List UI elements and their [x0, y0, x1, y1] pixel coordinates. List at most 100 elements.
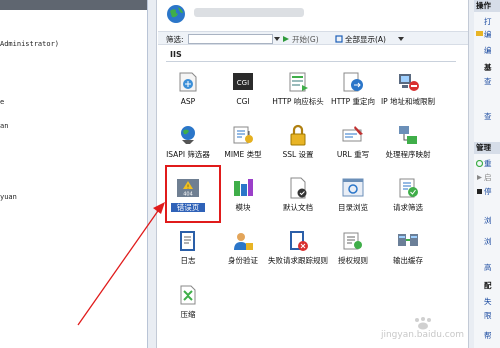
actions-header: 操作 [474, 0, 500, 12]
http-response-headers-icon [289, 72, 308, 92]
action-link[interactable]: 失 [484, 296, 492, 307]
feature-default-document[interactable]: 默认文档 [271, 176, 325, 228]
directory-browsing-icon [342, 178, 364, 197]
feature-mime-types[interactable]: MIME 类型 [216, 123, 270, 175]
feature-label: ASP [180, 97, 196, 106]
filter-toolbar: 筛选: 开始(G) 全部显示(A) [158, 31, 468, 45]
authentication-icon [234, 233, 253, 250]
feature-label: HTTP 响应标头 [272, 97, 324, 106]
filter-label: 筛选: [166, 35, 184, 44]
compression-icon [180, 285, 196, 305]
default-document-icon [290, 177, 307, 199]
modules-icon [234, 179, 253, 196]
watermark-text: jingyan.baidu.com [380, 330, 465, 340]
feature-asp[interactable]: ASP [161, 70, 215, 122]
action-start[interactable]: 启 [484, 172, 492, 183]
tree-node-server[interactable]: Administrator) [0, 40, 59, 48]
feature-label: 压缩 [180, 310, 196, 319]
feature-request-filtering[interactable]: 请求筛选 [381, 176, 435, 228]
ip-domain-restrictions-icon [399, 74, 419, 91]
logging-icon [180, 231, 195, 251]
feature-url-rewrite[interactable]: URL 重写 [326, 123, 380, 175]
connections-pane: Administrator) e an yuan [0, 0, 148, 348]
action-link[interactable]: 编 [484, 45, 492, 56]
feature-label: MIME 类型 [224, 150, 262, 159]
http-redirect-icon [343, 72, 363, 92]
feature-label: 日志 [180, 256, 196, 265]
url-rewrite-icon [342, 126, 363, 142]
action-link[interactable]: 浏 [484, 236, 492, 247]
feature-directory-browsing[interactable]: 目录浏览 [326, 176, 380, 228]
highlight-box [165, 165, 221, 223]
authorization-rules-icon [343, 232, 362, 250]
feature-authorization-rules[interactable]: 授权规则 [326, 229, 380, 281]
feature-handler-mappings[interactable]: 处理程序映射 [381, 123, 435, 175]
feature-label: 失败请求跟踪规则 [268, 256, 328, 265]
lock-icon [290, 124, 306, 146]
feature-logging[interactable]: 日志 [161, 229, 215, 281]
restart-icon [476, 160, 483, 167]
action-link[interactable]: 查 [484, 111, 492, 122]
filter-input[interactable] [188, 34, 273, 44]
connections-pane-header [0, 0, 147, 10]
stop-icon [477, 189, 482, 194]
tree-node-selected-site[interactable]: yuan [0, 193, 17, 201]
baidu-paw-logo [414, 317, 431, 330]
tree-node[interactable]: an [0, 122, 8, 130]
feature-cgi[interactable]: CGI CGI [216, 70, 270, 122]
feature-label: CGI [236, 97, 250, 106]
chevron-down-icon[interactable] [398, 37, 404, 41]
start-icon [477, 175, 482, 180]
feature-label: 目录浏览 [338, 203, 368, 212]
pane-splitter-left[interactable] [148, 0, 157, 348]
action-link[interactable]: 查 [484, 76, 492, 87]
site-globe-icon [167, 5, 185, 23]
action-restart[interactable]: 重 [484, 158, 492, 169]
feature-output-caching[interactable]: 输出缓存 [381, 229, 435, 281]
manage-site-header: 管理 [474, 142, 500, 154]
action-link[interactable]: 编 [484, 29, 492, 40]
folder-icon [476, 31, 483, 36]
mime-types-icon [233, 126, 253, 144]
action-section-label: 基 [484, 63, 492, 72]
go-button[interactable]: 开始(G) [292, 34, 319, 45]
feature-http-response-headers[interactable]: HTTP 响应标头 [271, 70, 325, 122]
output-caching-icon [398, 234, 418, 246]
action-section-label: 配 [484, 281, 492, 290]
feature-modules[interactable]: 模块 [216, 176, 270, 228]
show-all-icon [335, 35, 343, 43]
feature-compression[interactable]: 压缩 [161, 283, 215, 335]
feature-label: SSL 设置 [282, 150, 314, 159]
actions-pane: 操作 打 编 编 基 查 查 管理 重 启 停 浏 浏 高 配 失 限 帮 [474, 0, 500, 348]
feature-label: 身份验证 [228, 256, 258, 265]
feature-label: 默认文档 [283, 203, 313, 212]
feature-label: 请求筛选 [393, 203, 423, 212]
group-divider [166, 61, 456, 62]
action-link[interactable]: 高 [484, 262, 492, 273]
action-link[interactable]: 限 [484, 310, 492, 321]
action-link[interactable]: 打 [484, 16, 492, 27]
show-all-button[interactable]: 全部显示(A) [345, 34, 386, 45]
chevron-down-icon[interactable] [274, 37, 280, 41]
feature-failed-request-tracing[interactable]: 失败请求跟踪规则 [268, 229, 328, 281]
feature-ssl-settings[interactable]: SSL 设置 [271, 123, 325, 175]
feature-http-redirect[interactable]: HTTP 重定向 [326, 70, 380, 122]
tree-node[interactable]: e [0, 98, 4, 106]
go-icon [283, 36, 289, 42]
svg-text:CGI: CGI [237, 79, 249, 87]
request-filtering-icon [399, 178, 418, 198]
feature-label: HTTP 重定向 [330, 97, 376, 106]
site-title-blurred [194, 8, 304, 17]
action-link[interactable]: 浏 [484, 215, 492, 226]
feature-ip-domain-restrictions[interactable]: IP 地址和域限制 [381, 70, 435, 122]
feature-authentication[interactable]: 身份验证 [216, 229, 270, 281]
watermark: jingyan.baidu.com [375, 316, 470, 344]
action-help-link[interactable]: 帮 [484, 330, 492, 341]
feature-label: IP 地址和域限制 [380, 97, 436, 106]
feature-label: 处理程序映射 [385, 150, 431, 159]
feature-label: 输出缓存 [393, 256, 423, 265]
isapi-filters-icon [181, 126, 195, 144]
feature-view-header [158, 0, 468, 26]
action-stop[interactable]: 停 [484, 186, 492, 197]
asp-icon [179, 72, 197, 92]
